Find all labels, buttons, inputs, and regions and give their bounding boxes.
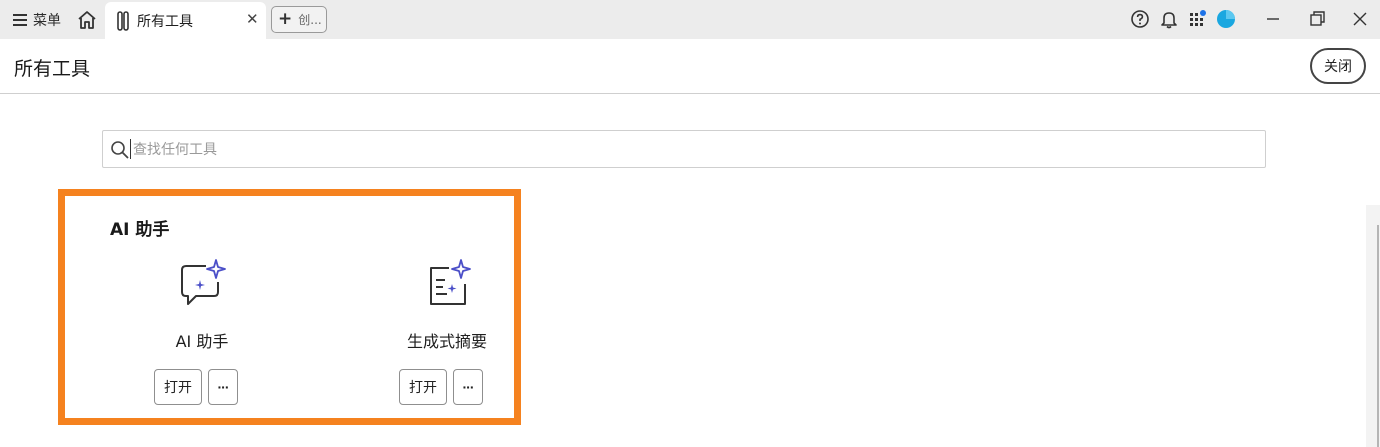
apps-grid-icon[interactable]: [1188, 9, 1208, 29]
section-title: AI 助手: [110, 220, 170, 240]
avatar[interactable]: [1216, 9, 1236, 29]
tool-card-ai-assistant: AI 助手 打开 ···: [127, 258, 277, 418]
menu-button[interactable]: 菜单: [13, 9, 61, 31]
new-tab-label: 创...: [298, 13, 322, 27]
chat-sparkle-icon: [181, 259, 226, 305]
tool-label: AI 助手: [175, 332, 229, 351]
search-input[interactable]: [133, 139, 1253, 161]
new-tab-button[interactable]: + 创...: [271, 6, 327, 33]
tab-all-tools[interactable]: 所有工具 ✕: [105, 2, 266, 39]
hamburger-icon: [13, 14, 27, 26]
close-button[interactable]: 关闭: [1310, 48, 1366, 84]
home-icon[interactable]: [76, 9, 98, 31]
open-button[interactable]: 打开: [399, 369, 447, 405]
help-icon[interactable]: [1130, 9, 1150, 29]
tool-label: 生成式摘要: [406, 332, 487, 351]
page-header: 所有工具 关闭: [0, 39, 1380, 94]
open-button[interactable]: 打开: [154, 369, 202, 405]
ai-assistant-section: AI 助手 AI 助手 打开 ··· 生成式摘要 打开 ···: [58, 189, 521, 425]
minimize-icon[interactable]: [1262, 8, 1284, 30]
menu-label: 菜单: [33, 13, 61, 29]
tools-tab-icon: [117, 11, 129, 31]
more-options-button[interactable]: ···: [208, 369, 238, 405]
search-box[interactable]: [102, 130, 1266, 168]
close-window-icon[interactable]: [1349, 8, 1371, 30]
page-title: 所有工具: [14, 58, 91, 80]
scrollbar[interactable]: [1366, 205, 1380, 447]
text-cursor: [130, 139, 131, 159]
tool-card-generative-summary: 生成式摘要 打开 ···: [372, 258, 522, 418]
bell-icon[interactable]: [1159, 9, 1179, 29]
document-sparkle-icon: [430, 259, 471, 305]
close-tab-icon[interactable]: ✕: [246, 10, 259, 28]
plus-icon: +: [278, 9, 293, 29]
restore-icon[interactable]: [1306, 8, 1328, 30]
scrollbar-thumb[interactable]: [1377, 225, 1379, 447]
tab-title: 所有工具: [137, 14, 193, 30]
title-bar: 菜单 所有工具 ✕ + 创...: [0, 0, 1380, 39]
more-options-button[interactable]: ···: [453, 369, 483, 405]
search-icon: [111, 141, 129, 159]
